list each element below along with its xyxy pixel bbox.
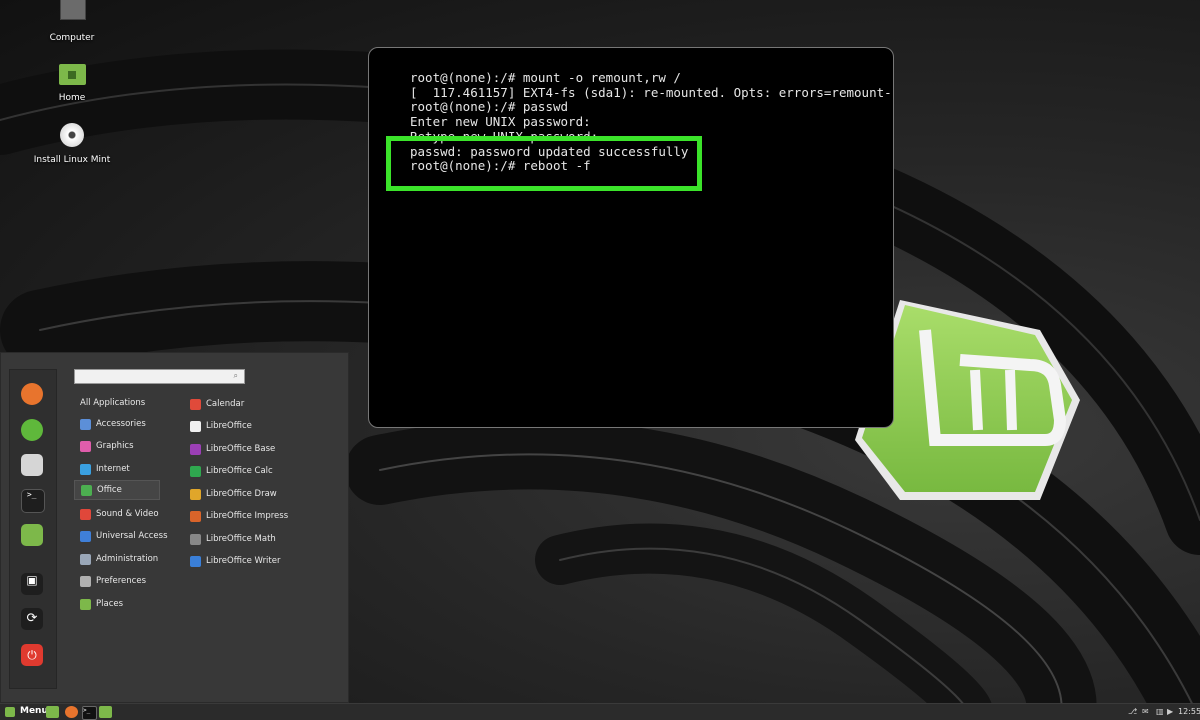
app-label: LibreOffice Base [206, 444, 276, 454]
accessories-icon [80, 418, 91, 430]
libreoffice-icon [190, 420, 201, 432]
app-label: LibreOffice Writer [206, 556, 281, 566]
disc-icon [57, 122, 87, 152]
category-label: Universal Access [96, 531, 168, 541]
sound-icon[interactable]: ▶ [1167, 707, 1173, 716]
application-menu: >_ ▣ ⟳ ⏻ ⌕ All Applications Accessories [0, 352, 349, 703]
app-label: LibreOffice Math [206, 534, 276, 544]
clock[interactable]: 12:55 [1178, 707, 1200, 716]
category-places[interactable]: Places [80, 594, 123, 614]
app-libreoffice-draw[interactable]: LibreOffice Draw [190, 484, 277, 504]
category-preferences[interactable]: Preferences [80, 571, 146, 591]
terminal-window[interactable]: root@(none):/# mount -o remount,rw / [ 1… [368, 47, 894, 428]
internet-icon [80, 463, 91, 475]
terminal-line: root@(none):/# passwd [410, 99, 569, 115]
panel-terminal[interactable]: >_ [82, 706, 97, 720]
app-libreoffice-math[interactable]: LibreOffice Math [190, 529, 276, 549]
administration-icon [80, 553, 91, 565]
app-libreoffice[interactable]: LibreOffice [190, 416, 252, 436]
desktop: Computer Home Install Linux Mint root@(n… [0, 0, 1200, 720]
lock-icon: ▣ [26, 573, 38, 587]
app-libreoffice-base[interactable]: LibreOffice Base [190, 439, 275, 459]
preferences-icon [80, 575, 91, 587]
libreoffice-calc-icon [190, 465, 201, 477]
terminal-line: [ 117.461157] EXT4-fs (sda1): re-mounted… [410, 84, 894, 100]
category-label: Preferences [96, 576, 146, 586]
category-label: Sound & Video [96, 509, 159, 519]
app-label: LibreOffice Calc [206, 466, 273, 476]
computer-icon [57, 0, 87, 30]
favorite-firefox[interactable] [21, 383, 43, 405]
favorite-software-manager[interactable] [21, 419, 43, 441]
category-label: All Applications [80, 398, 146, 408]
desktop-icon-label: Install Linux Mint [33, 155, 111, 165]
category-graphics[interactable]: Graphics [80, 436, 134, 456]
bottom-panel: Menu >_ ⎇ ✉ ▥ ▶ 12:55 [0, 703, 1200, 720]
terminal-line: root@(none):/# mount -o remount,rw / [410, 70, 681, 85]
app-label: Calendar [206, 399, 245, 409]
search-input[interactable]: ⌕ [74, 369, 245, 384]
category-label: Internet [96, 464, 130, 474]
libreoffice-base-icon [190, 443, 201, 455]
favorite-files[interactable] [21, 524, 43, 546]
libreoffice-draw-icon [190, 488, 201, 500]
category-label: Places [96, 599, 124, 609]
menu-button[interactable]: Menu [3, 704, 48, 720]
app-libreoffice-writer[interactable]: LibreOffice Writer [190, 551, 280, 571]
desktop-icon-install-linux-mint[interactable]: Install Linux Mint [27, 122, 117, 165]
favorite-settings[interactable] [21, 454, 43, 476]
highlight-box [386, 136, 702, 191]
universal-access-icon [80, 530, 91, 542]
menu-button-label: Menu [20, 706, 48, 716]
favorite-terminal[interactable]: >_ [21, 489, 45, 513]
app-label: LibreOffice [206, 421, 252, 431]
search-icon: ⌕ [233, 371, 238, 380]
libreoffice-impress-icon [190, 510, 201, 522]
category-label: Administration [96, 554, 159, 564]
desktop-icon-label: Computer [49, 33, 95, 43]
app-calendar[interactable]: Calendar [190, 394, 244, 414]
category-label: Graphics [96, 441, 134, 451]
category-label: Accessories [96, 419, 146, 429]
network-icon[interactable]: ⎇ [1128, 707, 1137, 716]
power-icon: ⏻ [27, 648, 37, 662]
panel-files[interactable] [99, 706, 112, 718]
app-label: LibreOffice Draw [206, 489, 277, 499]
logout-button[interactable]: ⟳ [21, 608, 43, 630]
terminal-icon: >_ [83, 707, 91, 714]
category-sound-video[interactable]: Sound & Video [80, 504, 159, 524]
category-universal-access[interactable]: Universal Access [80, 526, 168, 546]
panel-firefox[interactable] [65, 706, 78, 718]
category-all-applications[interactable]: All Applications [80, 393, 145, 413]
mint-logo-icon [5, 707, 15, 717]
category-label: Office [97, 485, 122, 495]
office-icon [81, 484, 92, 496]
logout-icon: ⟳ [26, 611, 38, 626]
category-accessories[interactable]: Accessories [80, 414, 146, 434]
terminal-line: Enter new UNIX password: [410, 114, 591, 130]
sound-video-icon [80, 508, 91, 520]
category-administration[interactable]: Administration [80, 549, 158, 569]
desktop-icon-computer[interactable]: Computer [27, 0, 117, 43]
desktop-icon-home[interactable]: Home [27, 60, 117, 103]
favorites-rail: >_ ▣ ⟳ ⏻ [9, 369, 57, 689]
calendar-icon [190, 398, 201, 410]
battery-icon[interactable]: ▥ [1156, 707, 1164, 716]
libreoffice-writer-icon [190, 555, 201, 567]
graphics-icon [80, 440, 91, 452]
category-internet[interactable]: Internet [80, 459, 130, 479]
category-office[interactable]: Office [74, 480, 160, 500]
app-libreoffice-impress[interactable]: LibreOffice Impress [190, 506, 288, 526]
desktop-icon-label: Home [58, 93, 86, 103]
panel-show-desktop[interactable] [46, 706, 59, 718]
volume-icon[interactable]: ✉ [1142, 707, 1149, 716]
app-libreoffice-calc[interactable]: LibreOffice Calc [190, 461, 273, 481]
app-label: LibreOffice Impress [206, 511, 289, 521]
lock-screen-button[interactable]: ▣ [21, 573, 43, 595]
terminal-icon: >_ [22, 490, 37, 499]
places-folder-icon [80, 598, 91, 610]
shutdown-button[interactable]: ⏻ [21, 644, 43, 666]
libreoffice-math-icon [190, 533, 201, 545]
home-folder-icon [57, 60, 87, 90]
